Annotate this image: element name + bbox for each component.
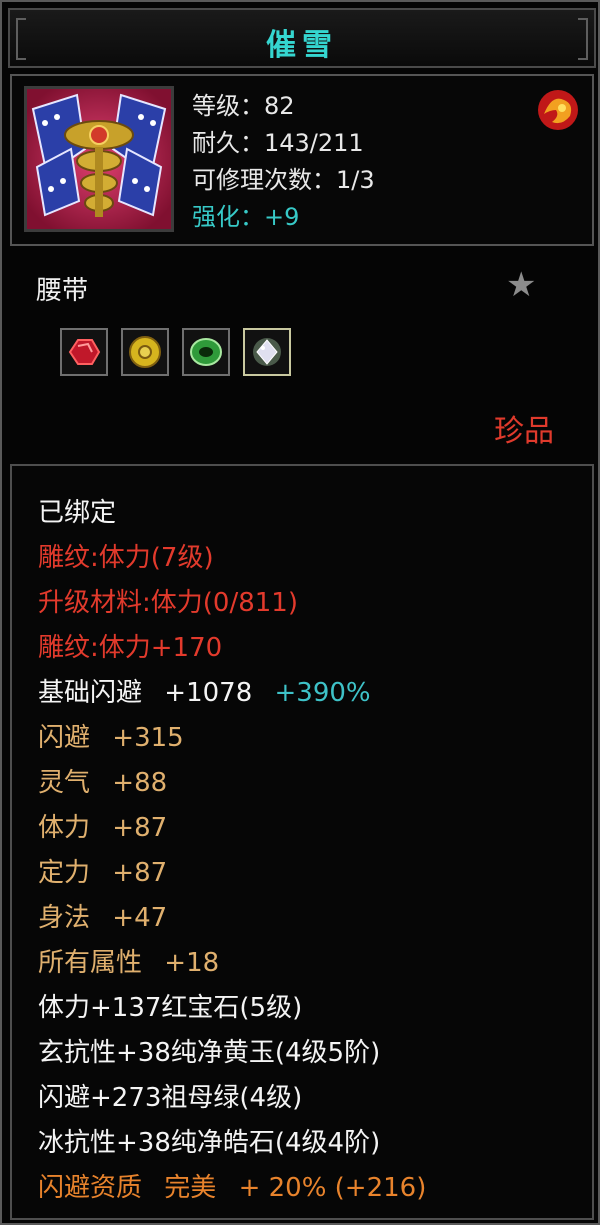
agility-row: 身法 +47 <box>38 901 167 935</box>
agility-label: 身法 <box>38 903 91 933</box>
focus-label: 定力 <box>38 858 91 888</box>
focus-row: 定力 +87 <box>38 856 167 890</box>
gem-bonus-3: 闪避+273祖母绿(4级) <box>38 1083 303 1113</box>
rarity-label: 珍品 <box>494 414 554 449</box>
gem-bonus-1: 体力+137红宝石(5级) <box>38 993 303 1023</box>
upgrade-material: 升级材料:体力(0/811) <box>38 588 298 618</box>
carve-level: 雕纹:体力(7级) <box>38 543 214 573</box>
base-dodge-value: +1078 <box>164 678 253 708</box>
all-attr-label: 所有属性 <box>38 948 143 978</box>
dodge-value: +315 <box>112 723 184 753</box>
gem-sockets <box>60 328 291 376</box>
fire-element-icon <box>534 86 582 134</box>
spirit-row: 灵气 +88 <box>38 766 167 800</box>
star-icon[interactable]: ★ <box>506 268 536 302</box>
quality-grade: 完美 <box>164 1173 217 1203</box>
gem-bonus-2: 玄抗性+38纯净黄玉(4级5阶) <box>38 1038 381 1068</box>
all-attr-row: 所有属性 +18 <box>38 946 219 980</box>
gem-bonus-4: 冰抗性+38纯净皓石(4级4阶) <box>38 1128 381 1158</box>
base-dodge-label: 基础闪避 <box>38 678 143 708</box>
durability-text: 耐久：143/211 <box>192 129 364 157</box>
all-attr-value: +18 <box>164 948 220 978</box>
base-dodge-pct: +390% <box>274 678 371 708</box>
title-bar: 催雪 <box>8 8 596 68</box>
level-text: 等级：82 <box>192 92 295 120</box>
stamina-row: 体力 +87 <box>38 811 167 845</box>
emerald-gem-icon[interactable] <box>182 328 230 376</box>
diamond-gem-icon[interactable] <box>243 328 291 376</box>
yellow-jade-gem-icon[interactable] <box>121 328 169 376</box>
belt-item-icon <box>24 86 174 232</box>
repair-count-text: 可修理次数：1/3 <box>192 166 375 194</box>
quality-row: 闪避资质 完美 + 20% (+216) <box>38 1171 426 1205</box>
agility-value: +47 <box>112 903 168 933</box>
base-dodge-row: 基础闪避 +1078 +390% <box>38 676 371 710</box>
ruby-gem-icon[interactable] <box>60 328 108 376</box>
quality-value: + 20% (+216) <box>238 1173 427 1203</box>
spirit-label: 灵气 <box>38 768 91 798</box>
enhance-text: 强化：+9 <box>192 203 300 231</box>
stamina-value: +87 <box>112 813 168 843</box>
item-name: 催雪 <box>266 28 338 63</box>
stamina-label: 体力 <box>38 813 91 843</box>
bound-status: 已绑定 <box>38 498 117 528</box>
item-stats: 等级：82 耐久：143/211 可修理次数：1/3 强化：+9 <box>192 88 375 236</box>
carve-bonus: 雕纹:体力+170 <box>38 633 223 663</box>
dodge-row: 闪避 +315 <box>38 721 184 755</box>
quality-label: 闪避资质 <box>38 1173 143 1203</box>
item-header: 等级：82 耐久：143/211 可修理次数：1/3 强化：+9 <box>10 74 594 246</box>
focus-value: +87 <box>112 858 168 888</box>
item-tooltip: 催雪 等级：82 耐久：143/211 可修理次数：1/3 强化：+9 腰带 ★… <box>0 0 600 1225</box>
spirit-value: +88 <box>112 768 168 798</box>
item-type: 腰带 <box>36 276 89 306</box>
dodge-label: 闪避 <box>38 723 91 753</box>
attribute-list: 已绑定 雕纹:体力(7级) 升级材料:体力(0/811) 雕纹:体力+170 基… <box>10 464 594 1220</box>
